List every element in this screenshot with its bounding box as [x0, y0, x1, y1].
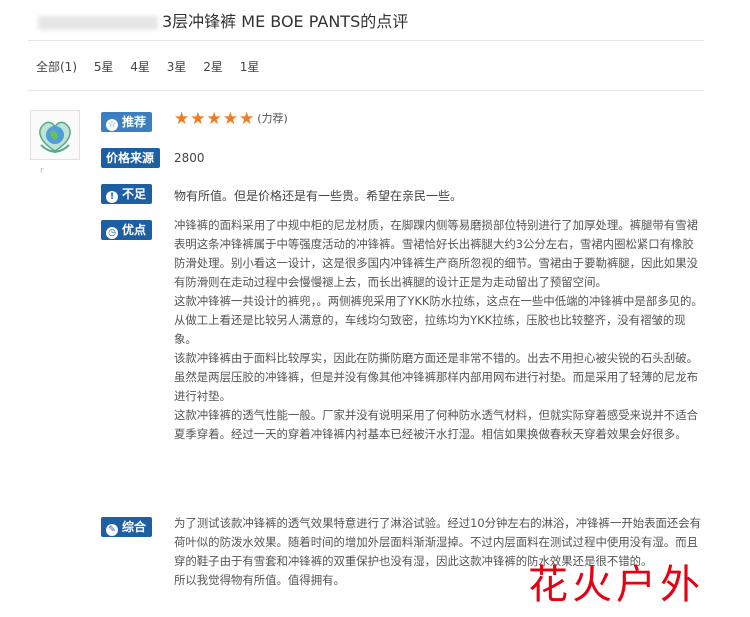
- pros-badge: ◷ 优点: [101, 220, 153, 240]
- price-source-label: 价格来源: [106, 151, 155, 165]
- star-icon: ★: [222, 109, 238, 129]
- star-icon: ★: [239, 109, 255, 129]
- pros-label: 优点: [122, 223, 147, 237]
- page-title-text: 3层冲锋裤 ME BOE PANTS的点评: [162, 12, 409, 31]
- filter-all[interactable]: 全部(1): [36, 60, 77, 74]
- filter-2-star[interactable]: 2星: [203, 60, 223, 74]
- summary-label: 综合: [122, 520, 147, 534]
- page-title: 3层冲锋裤 ME BOE PANTS的点评: [38, 8, 408, 32]
- rating-note: (力荐): [257, 112, 288, 125]
- price-value: 2800: [174, 151, 205, 165]
- recommend-badge: ☆ 推荐: [101, 112, 153, 132]
- cons-label: 不足: [122, 187, 147, 201]
- pros-text: 冲锋裤的面料采用了中规中柜的尼龙材质，在脚踝内侧等易磨损部位特别进行了加厚处理。…: [174, 216, 704, 444]
- avatar[interactable]: [30, 110, 80, 160]
- pros-paragraph: 这款冲锋裤一共设计的裤兜，。两侧裤兜采用了YKK防水拉练，这点在一些中低端的冲锋…: [174, 294, 703, 346]
- filter-4-star[interactable]: 4星: [130, 60, 150, 74]
- filter-5-star[interactable]: 5星: [94, 60, 114, 74]
- filter-3-star[interactable]: 3星: [167, 60, 187, 74]
- divider: [28, 90, 704, 91]
- divider: [28, 40, 704, 41]
- rating-stars: ★★★★★ (力荐): [174, 109, 288, 129]
- user-name[interactable]: r: [40, 166, 44, 176]
- price-source-badge: 价格来源: [101, 148, 161, 168]
- clock-icon: ◷: [106, 227, 118, 239]
- pros-paragraph: 该款冲锋裤由于面料比较厚实，因此在防撕防磨方面还是非常不错的。出去不用担心被尖锐…: [174, 351, 698, 403]
- star-icon: ★: [190, 109, 206, 129]
- star-icon: ★: [206, 109, 222, 129]
- globe-heart-icon: [39, 121, 71, 154]
- summary-badge: ✎ 综合: [101, 517, 153, 537]
- filter-1-star[interactable]: 1星: [240, 60, 260, 74]
- blurred-product-prefix: [38, 15, 158, 30]
- rating-filter-bar: 全部(1) 5星 4星 3星 2星 1星: [36, 58, 272, 75]
- medal-icon: ☆: [106, 119, 118, 131]
- pencil-icon: ✎: [106, 524, 118, 536]
- star-icon: ★: [174, 109, 190, 129]
- exclamation-icon: !: [106, 191, 118, 203]
- watermark: 花火户外: [528, 562, 704, 608]
- pros-paragraph: 这款冲锋裤的透气性能一般。厂家并没有说明采用了何种防水透气材料，但就实际穿着感受…: [174, 408, 698, 441]
- pros-paragraph: 冲锋裤的面料采用了中规中柜的尼龙材质，在脚踝内侧等易磨损部位特别进行了加厚处理。…: [174, 218, 698, 289]
- recommend-label: 推荐: [122, 115, 147, 129]
- cons-badge: ! 不足: [101, 184, 153, 204]
- cons-text: 物有所值。但是价格还是有一些贵。希望在亲民一些。: [174, 189, 463, 203]
